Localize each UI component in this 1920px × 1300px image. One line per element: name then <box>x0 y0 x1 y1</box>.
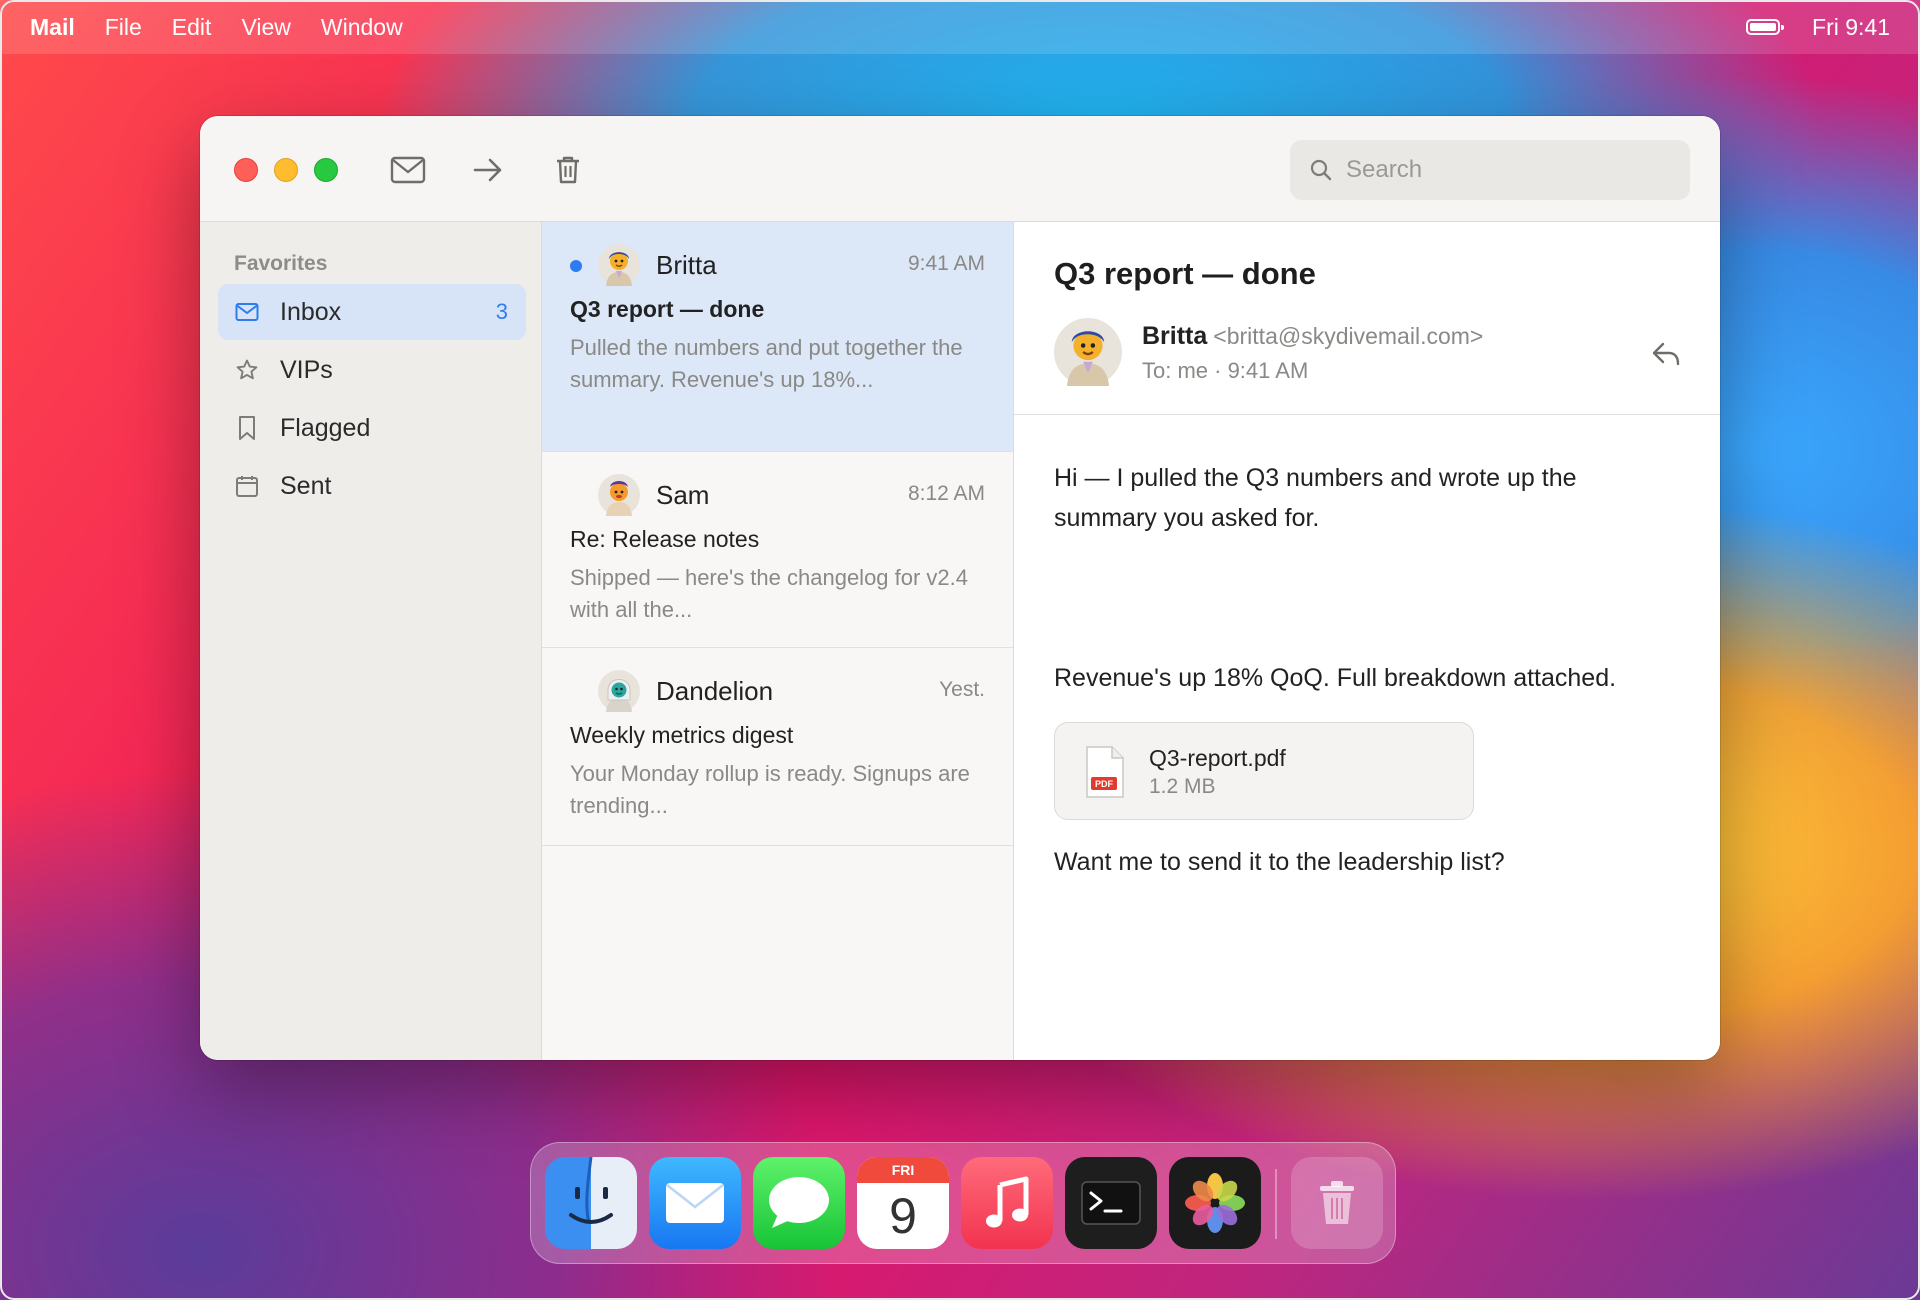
message-row-britta[interactable]: Britta 9:41 AM Q3 report — done Pulled t… <box>542 222 1013 452</box>
dock: FRI 9 <box>530 1142 1396 1264</box>
envelope-icon <box>234 299 260 325</box>
email-subject: Q3 report — done <box>1054 256 1316 291</box>
sidebar-item-label: Flagged <box>280 413 371 442</box>
sidebar-item-label: VIPs <box>280 355 333 384</box>
sidebar-item-label: Inbox <box>280 297 342 326</box>
calendar-day-label: FRI <box>857 1157 949 1183</box>
music-note-icon <box>986 1176 1029 1228</box>
reading-pane: Q3 report — done Britta <britta@skydivema… <box>1014 222 1720 1060</box>
photos-icon <box>1185 1173 1245 1233</box>
reply-button[interactable] <box>1648 336 1684 372</box>
mail-window: Favorites Inbox 3 VIPs Flagged Sent <box>200 116 1720 1060</box>
sidebar-item-sent[interactable]: Sent <box>218 458 526 514</box>
email-body-paragraph: Hi — I pulled the Q3 numbers and wrote u… <box>1054 464 1577 532</box>
bookmark-icon <box>234 415 260 441</box>
delete-button[interactable] <box>546 150 590 190</box>
avatar <box>598 474 640 516</box>
message-subject: Re: Release notes <box>570 526 760 552</box>
dock-calendar[interactable]: FRI 9 <box>857 1157 949 1249</box>
pdf-badge-label: PDF <box>1095 779 1114 789</box>
avatar <box>598 244 640 286</box>
email-body-paragraph: Want me to send it to the leadership lis… <box>1054 848 1505 876</box>
message-sender: Dandelion <box>656 676 774 706</box>
message-subject: Weekly metrics digest <box>570 722 794 748</box>
menu-window[interactable]: Window <box>321 14 403 41</box>
calendar-date-label: 9 <box>889 1188 917 1244</box>
message-time: 8:12 AM <box>907 482 985 505</box>
email-from: Britta <britta@skydivemail.com> <box>1142 322 1483 351</box>
message-list: Britta 9:41 AM Q3 report — done Pulled t… <box>542 222 1014 1060</box>
minimize-window-button[interactable] <box>274 158 298 182</box>
trash-icon <box>1320 1181 1354 1224</box>
window-toolbar <box>200 116 1720 222</box>
unread-count-badge: 3 <box>495 299 508 324</box>
pdf-file-icon: PDF <box>1086 746 1124 798</box>
sidebar-section-favorites: Favorites <box>234 252 328 275</box>
header-divider <box>1014 414 1720 415</box>
avatar <box>598 670 640 712</box>
dock-music[interactable] <box>961 1157 1053 1249</box>
menu-edit[interactable]: Edit <box>172 14 212 41</box>
dock-photos[interactable] <box>1169 1157 1261 1249</box>
search-field[interactable] <box>1290 140 1690 200</box>
battery-icon[interactable] <box>1746 19 1785 35</box>
sidebar-item-flagged[interactable]: Flagged <box>218 400 526 456</box>
message-sender: Sam <box>656 480 710 510</box>
email-body-paragraph: Revenue's up 18% QoQ. Full breakdown att… <box>1054 664 1617 692</box>
speech-bubble-icon <box>769 1177 829 1228</box>
trash-icon <box>557 156 579 184</box>
dock-terminal[interactable] <box>1065 1157 1157 1249</box>
message-preview: Shipped — here's the changelog for v2.4 … <box>570 565 969 622</box>
dock-separator <box>1275 1169 1277 1239</box>
menu-bar-status: Fri 9:41 <box>1746 0 1890 54</box>
unread-dot <box>570 260 582 272</box>
menu-view[interactable]: View <box>241 14 290 41</box>
menu-file[interactable]: File <box>105 14 142 41</box>
arrow-right-icon <box>473 158 502 182</box>
message-preview: Your Monday rollup is ready. Signups are… <box>570 761 970 818</box>
compose-button[interactable] <box>386 150 430 190</box>
sidebar-item-inbox[interactable]: Inbox 3 <box>218 284 526 340</box>
search-icon <box>1310 159 1332 181</box>
forward-button[interactable] <box>466 150 510 190</box>
search-input[interactable] <box>1346 156 1666 184</box>
attachment-card[interactable]: PDF Q3-report.pdf 1.2 MB <box>1054 722 1474 820</box>
sidebar-item-label: Sent <box>280 471 332 500</box>
star-icon <box>234 357 260 383</box>
sender-name[interactable]: Britta <box>1142 322 1207 350</box>
attachment-name: Q3-report.pdf <box>1149 745 1286 771</box>
message-subject: Q3 report — done <box>570 296 765 322</box>
envelope-icon <box>666 1183 724 1223</box>
message-row-sam[interactable]: Sam 8:12 AM Re: Release notes Shipped — … <box>542 452 1013 648</box>
menu-clock[interactable]: Fri 9:41 <box>1812 14 1890 41</box>
dock-finder[interactable] <box>545 1157 637 1249</box>
menu-app-name[interactable]: Mail <box>30 14 75 41</box>
dock-messages[interactable] <box>753 1157 845 1249</box>
message-sender: Britta <box>656 250 717 280</box>
email-recipient-meta: To: me · 9:41 AM <box>1142 358 1309 383</box>
calendar-icon <box>234 473 260 499</box>
zoom-window-button[interactable] <box>314 158 338 182</box>
message-time: 9:41 AM <box>907 252 985 275</box>
message-time: Yest. <box>939 678 985 701</box>
message-row-dandelion[interactable]: Dandelion Yest. Weekly metrics digest Yo… <box>542 648 1013 846</box>
envelope-icon <box>390 156 426 184</box>
attachment-size: 1.2 MB <box>1149 775 1216 798</box>
sender-email[interactable]: <britta@skydivemail.com> <box>1213 323 1483 349</box>
reply-icon <box>1652 342 1680 366</box>
sidebar: Favorites Inbox 3 VIPs Flagged Sent <box>200 222 542 1060</box>
sender-avatar <box>1054 318 1122 386</box>
sidebar-item-vips[interactable]: VIPs <box>218 342 526 398</box>
dock-trash[interactable] <box>1291 1157 1383 1249</box>
close-window-button[interactable] <box>234 158 258 182</box>
message-preview: Pulled the numbers and put together the … <box>570 335 963 392</box>
terminal-icon <box>1081 1181 1141 1225</box>
finder-icon <box>569 1157 613 1224</box>
dock-mail[interactable] <box>649 1157 741 1249</box>
menu-bar: Mail File Edit View Window Fri 9:41 <box>0 0 1920 54</box>
